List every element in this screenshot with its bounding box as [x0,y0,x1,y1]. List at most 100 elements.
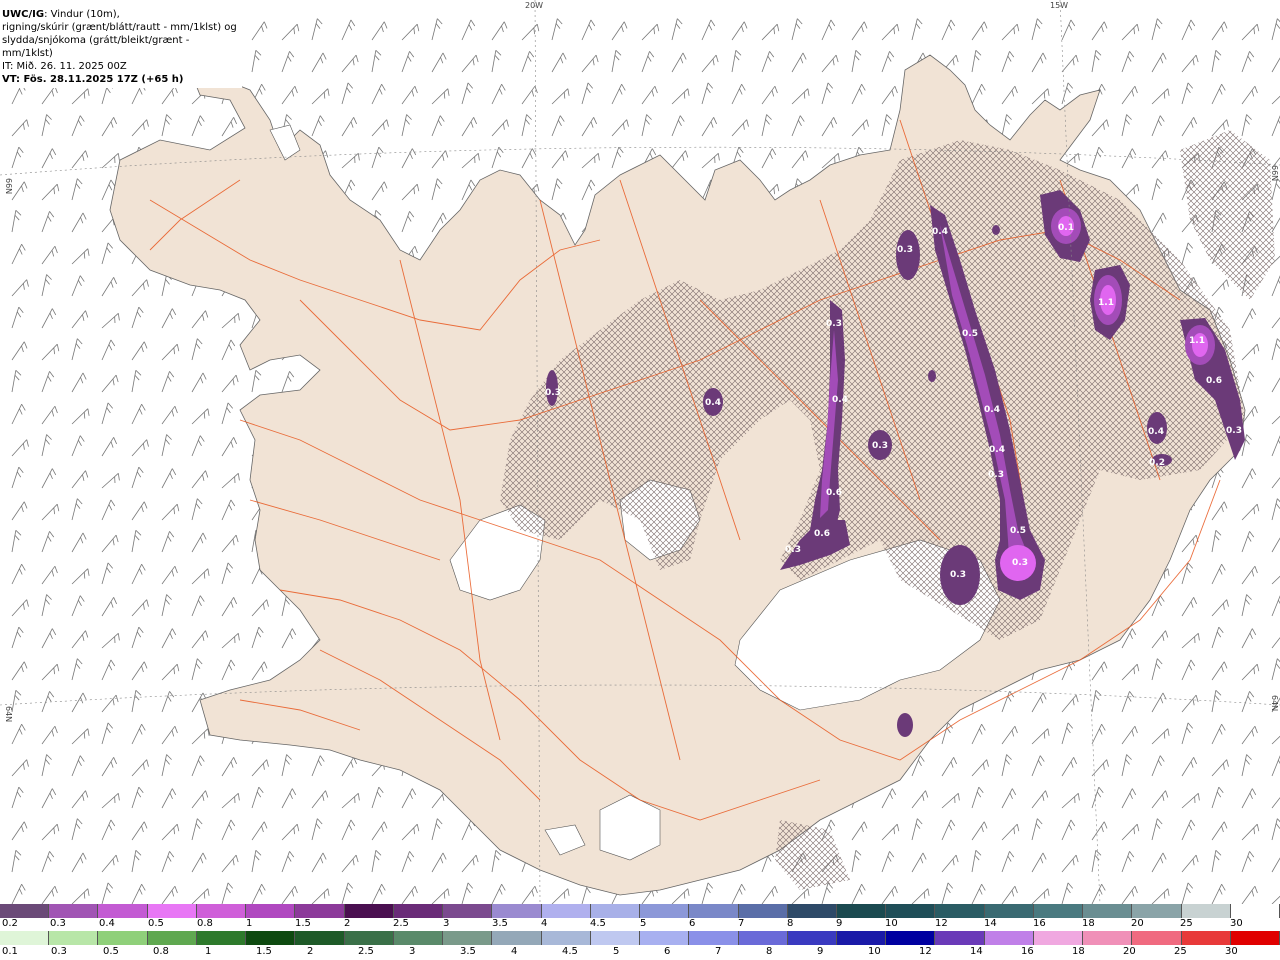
precip-value-label: 0.4 [984,405,1000,415]
legend-swatch [1132,904,1182,918]
legend-label: 8 [787,918,794,929]
precip-value-label: 0.6 [1206,376,1222,386]
legend-swatch [393,931,444,945]
legend-swatch [1181,931,1231,945]
valid-time: VT: Fös. 28.11.2025 17Z (+65 h) [2,74,184,85]
weather-map: 0.4 0.3 0.5 0.4 0.4 0.3 0.6 0.5 0.3 0.3 0.6 0.4 0.3 0… [0,0,1280,904]
legend-label: 20 [1131,918,1144,929]
legend-label: 8 [766,946,773,957]
legend-label: 0.2 [2,918,18,929]
legend-label: 3 [443,918,450,929]
legend-label: 4 [511,946,518,957]
legend-label: 12 [935,918,948,929]
precip-value-label: 1.1 [1189,336,1205,346]
legend-swatch [787,904,837,918]
legend-swatch [1083,904,1133,918]
legend-swatch [984,904,1034,918]
legend-label: 3.5 [492,918,508,929]
lat-label-66n-right: 66N [1270,165,1279,181]
legend-swatch [738,904,788,918]
legend-label: 0.8 [197,918,213,929]
legend-swatch [492,931,542,945]
legend-swatch [590,904,641,918]
legend-label: 16 [1021,946,1034,957]
legend-label: 18 [1072,946,1085,957]
legend-swatch [689,931,739,945]
legend-label: 7 [715,946,722,957]
model-name: UWC/IG [2,9,45,20]
legend-swatch [984,931,1034,945]
legend-swatch [49,904,99,918]
legend-label: 3.5 [460,946,476,957]
legend-swatch [246,931,296,945]
legend-swatch [443,931,493,945]
legend-label: 25 [1180,918,1193,929]
precip-value-label: 0.6 [826,488,842,498]
legend-snow-colorbar [0,904,1280,918]
legend-label: 18 [1082,918,1095,929]
legend-label: 1.5 [256,946,272,957]
legend-swatch [935,904,985,918]
precip-value-label: 0.4 [932,227,948,237]
legend-swatch [886,904,936,918]
legend-label: 6 [664,946,671,957]
precip-value-label: 0.3 [950,570,966,580]
precip-value-label: 0.3 [545,388,561,398]
precip-value-label: 0.3 [872,441,888,451]
legend-swatch [1181,904,1231,918]
legend-label: 1 [246,918,253,929]
legend-label: 0.8 [153,946,169,957]
precip-value-label: 0.3 [897,245,913,255]
legend-rain-colorbar [0,931,1280,945]
lat-label-64n-left: 64N [4,706,13,722]
legend-label: 2.5 [358,946,374,957]
legend-label: 16 [1033,918,1046,929]
legend-swatch [196,904,247,918]
legend-swatch [640,931,690,945]
legend-swatch [393,904,444,918]
lon-label-15w: 15W [1050,1,1068,10]
legend-swatch [1033,904,1084,918]
legend-snow-labels: 0.2 0.3 0.4 0.5 0.8 1 1.5 2 2.5 3 3.5 4 4.5 5 6 7 8 9 10 12… [0,918,1280,930]
legend-swatch [590,931,641,945]
header-line-2: rigning/skúrir (grænt/blátt/rautt - mm/1… [2,22,237,33]
legend-label: 12 [919,946,932,957]
precip-value-label: 0.4 [705,398,721,408]
header-line-3: slydda/snjókoma (grátt/bleikt/grænt - mm… [2,35,190,59]
legend-label: 9 [817,946,824,957]
legend-swatch [147,931,197,945]
header-line-1: : Vindur (10m), [44,9,120,20]
legend-label: 14 [984,918,997,929]
issue-time: IT: Mið. 26. 11. 2025 00Z [2,61,127,72]
legend-swatch [147,904,197,918]
legend-label: 10 [868,946,881,957]
legend-swatch [738,931,788,945]
legend-label: 30 [1230,918,1243,929]
legend-swatch [196,931,247,945]
legend-label: 4 [541,918,548,929]
legend-label: 0.3 [51,946,67,957]
legend-label: 4.5 [562,946,578,957]
precip-value-label: 0.3 [826,319,842,329]
legend-label: 20 [1123,946,1136,957]
legend-swatch [98,904,148,918]
legend-swatch [787,931,837,945]
precip-value-label: 0.1 [1058,223,1074,233]
legend-label: 30 [1225,946,1238,957]
legend-swatch [443,904,493,918]
precip-value-label: 0.4 [1148,427,1164,437]
legend-label: 14 [970,946,983,957]
legend-swatch [541,904,591,918]
precip-value-label: 0.5 [1010,526,1026,536]
legend-label: 3 [409,946,416,957]
legend-label: 25 [1174,946,1187,957]
lat-label-64n-right: 64N [1270,695,1279,711]
precip-value-label: 0.4 [989,445,1005,455]
map-header: UWC/IG: Vindur (10m), rigning/skúrir (gr… [0,6,242,88]
legend-swatch [246,904,296,918]
legend-label: 5 [613,946,620,957]
legend-swatch [98,931,148,945]
legend-swatch [295,931,345,945]
precip-value-label: 0.2 [1149,458,1165,468]
legend-swatch [1033,931,1084,945]
